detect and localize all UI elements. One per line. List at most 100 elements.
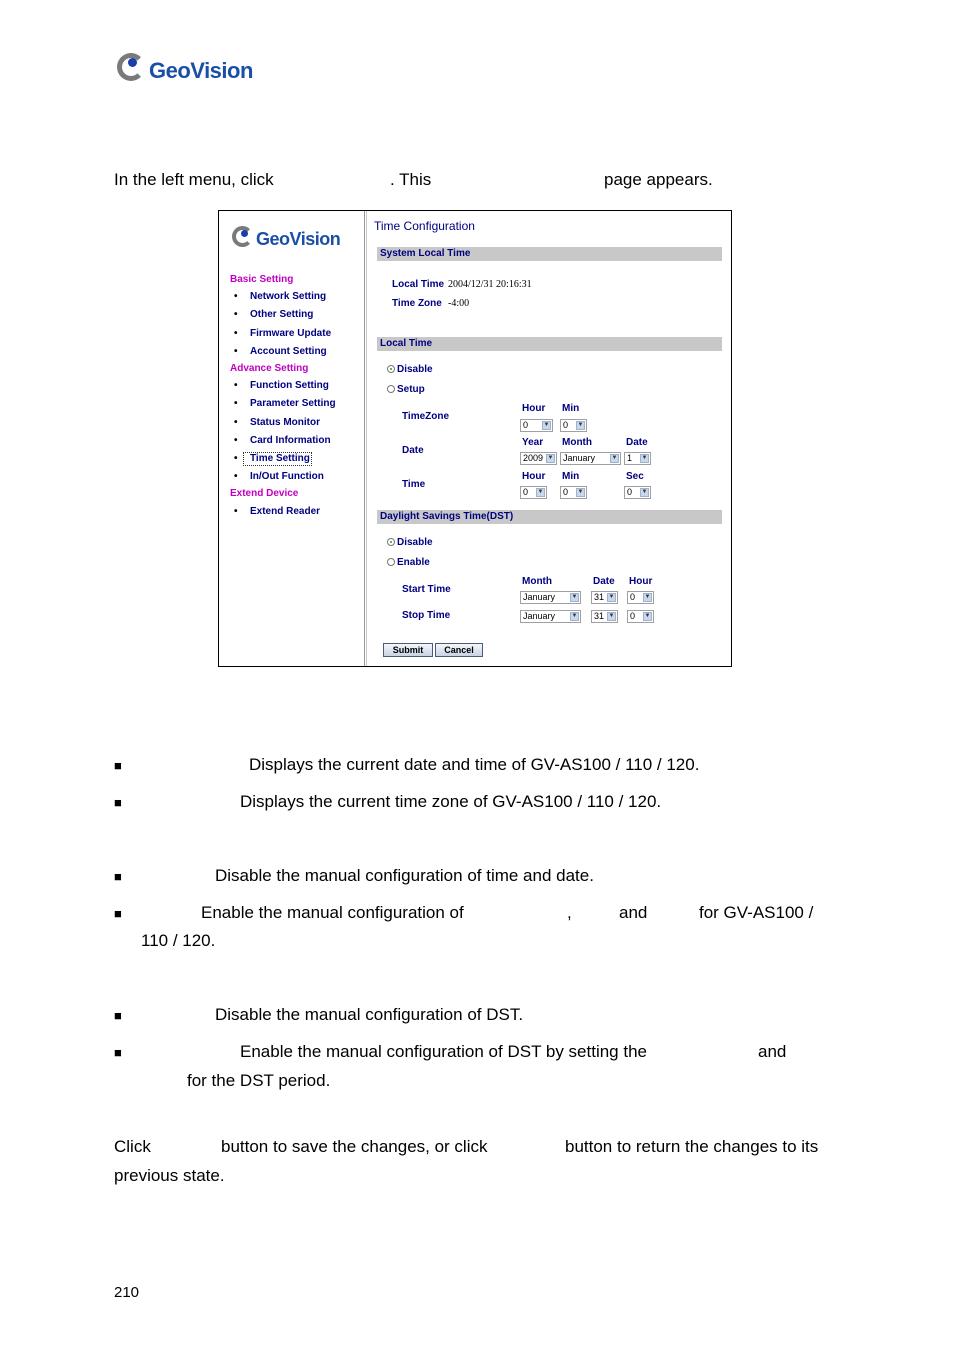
closing-text: previous state. [114,1166,225,1185]
chevron-down-icon: ▼ [640,488,649,497]
col-year: Year [522,437,544,448]
bullet-icon: ■ [114,795,122,810]
col-date: Date [626,437,648,448]
time-zone-label: Time Zone [392,298,442,309]
menu-header-basic-setting: Basic Setting [230,274,294,285]
time-zone-value: -4:00 [448,298,470,309]
start-time-label: Start Time [402,584,451,595]
logo-text: GeoVision [256,229,341,249]
chevron-down-icon: ▼ [610,454,619,463]
col-hour: Hour [522,471,546,482]
panel-divider [366,211,367,666]
lt-setup-description: and [619,903,648,922]
menu-item-function-setting[interactable]: Function Setting [250,380,329,392]
stop-hour-select[interactable]: 0 ▼ [627,610,654,623]
intro-text-2: . This [390,170,432,189]
menu-header-advance-setting: Advance Setting [230,363,309,374]
col-min: Min [562,471,580,482]
col-sec: Sec [626,471,644,482]
dst-disable-description: Disable the manual configuration of DST. [215,1005,524,1024]
document-page: GeoVision In the left menu, click . This… [0,0,954,1350]
geovision-logo: GeoVision [117,50,253,84]
start-month-select[interactable]: January ▼ [520,591,581,604]
tz-min-select[interactable]: 0 ▼ [560,419,587,432]
timezone-label: TimeZone [402,411,450,422]
menu-item-in-out-function[interactable]: In/Out Function [250,471,324,483]
dst-enable-description: Enable the manual configuration of DST b… [240,1042,647,1061]
closing-text: button to return the changes to its [565,1137,819,1156]
chevron-down-icon: ▼ [542,421,551,430]
bullet-icon: ■ [114,906,122,921]
page-title: Time Configuration [374,219,475,233]
dst-enable-description: and [758,1042,787,1061]
menu-item-status-monitor[interactable]: Status Monitor [250,417,320,429]
menu-item-parameter-setting[interactable]: Parameter Setting [250,398,336,410]
col-hour: Hour [629,576,653,587]
start-date-select[interactable]: 31 ▼ [591,591,618,604]
menu-item-account-setting[interactable]: Account Setting [250,346,327,358]
chevron-down-icon: ▼ [643,593,652,602]
time-zone-description: Displays the current time zone of GV-AS1… [240,792,662,811]
start-hour-select[interactable]: 0 ▼ [627,591,654,604]
time-configuration-screenshot: GeoVision Basic Setting • Network Setting… [218,210,732,667]
time-hour-select[interactable]: 0 ▼ [520,486,547,499]
menu-item-card-information[interactable]: Card Information [250,435,331,447]
time-min-select[interactable]: 0 ▼ [560,486,587,499]
time-label: Time [402,479,426,490]
local-time-label: Local Time [392,279,445,290]
stop-time-label: Stop Time [402,610,451,621]
menu-item-time-setting[interactable]: Time Setting [243,452,312,466]
tz-hour-select[interactable]: 0 ▼ [520,419,553,432]
local-time-setup-radio[interactable]: Setup [387,384,425,396]
col-min: Min [562,403,580,414]
lt-setup-description: , [567,903,572,922]
logo-mark-icon [117,53,145,81]
section-dst: Daylight Savings Time(DST) [377,510,722,524]
month-select[interactable]: January ▼ [560,452,621,465]
page-number: 210 [114,1284,140,1301]
lt-setup-description: for GV-AS100 / [699,903,814,922]
chevron-down-icon: ▼ [570,612,579,621]
chevron-down-icon: ▼ [640,454,649,463]
section-local-time: Local Time [377,337,722,351]
closing-text: button to save the changes, or click [221,1137,488,1156]
menu-header-extend-device: Extend Device [230,488,299,499]
date-select[interactable]: 1 ▼ [624,452,651,465]
col-month: Month [562,437,592,448]
menu-item-extend-reader[interactable]: Extend Reader [250,506,320,518]
date-label: Date [402,445,424,456]
logo-text: GeoVision [149,58,253,83]
menu-item-network-setting[interactable]: Network Setting [250,291,326,303]
year-select[interactable]: 2009 ▼ [520,452,557,465]
local-time-disable-radio[interactable]: Disable [387,364,433,376]
lt-setup-description: Enable the manual configuration of [201,903,464,922]
chevron-down-icon: ▼ [607,593,616,602]
chevron-down-icon: ▼ [607,612,616,621]
section-system-local-time: System Local Time [377,247,722,261]
intro-text-3: page appears. [604,170,713,189]
stop-date-select[interactable]: 31 ▼ [591,610,618,623]
menu-item-firmware-update[interactable]: Firmware Update [250,328,331,340]
time-sec-select[interactable]: 0 ▼ [624,486,651,499]
local-time-description: Displays the current date and time of GV… [249,755,700,774]
dst-disable-radio[interactable]: Disable [387,537,433,549]
chevron-down-icon: ▼ [570,593,579,602]
closing-text: Click [114,1137,151,1156]
bullet-icon: ■ [114,869,122,884]
col-month: Month [522,576,552,587]
cancel-button[interactable]: Cancel [435,643,483,657]
col-date: Date [593,576,615,587]
logo-mark-icon [232,226,253,247]
dst-enable-radio[interactable]: Enable [387,557,430,569]
chevron-down-icon: ▼ [576,488,585,497]
stop-month-select[interactable]: January ▼ [520,610,581,623]
chevron-down-icon: ▼ [536,488,545,497]
bullet-icon: ■ [114,1045,122,1060]
dst-enable-description: for the DST period. [187,1071,331,1090]
menu-item-other-setting[interactable]: Other Setting [250,309,313,321]
intro-text-1: In the left menu, click [114,170,274,189]
chevron-down-icon: ▼ [643,612,652,621]
submit-button[interactable]: Submit [383,643,433,657]
lt-disable-description: Disable the manual configuration of time… [215,866,594,885]
local-time-value: 2004/12/31 20:16:31 [448,279,532,290]
